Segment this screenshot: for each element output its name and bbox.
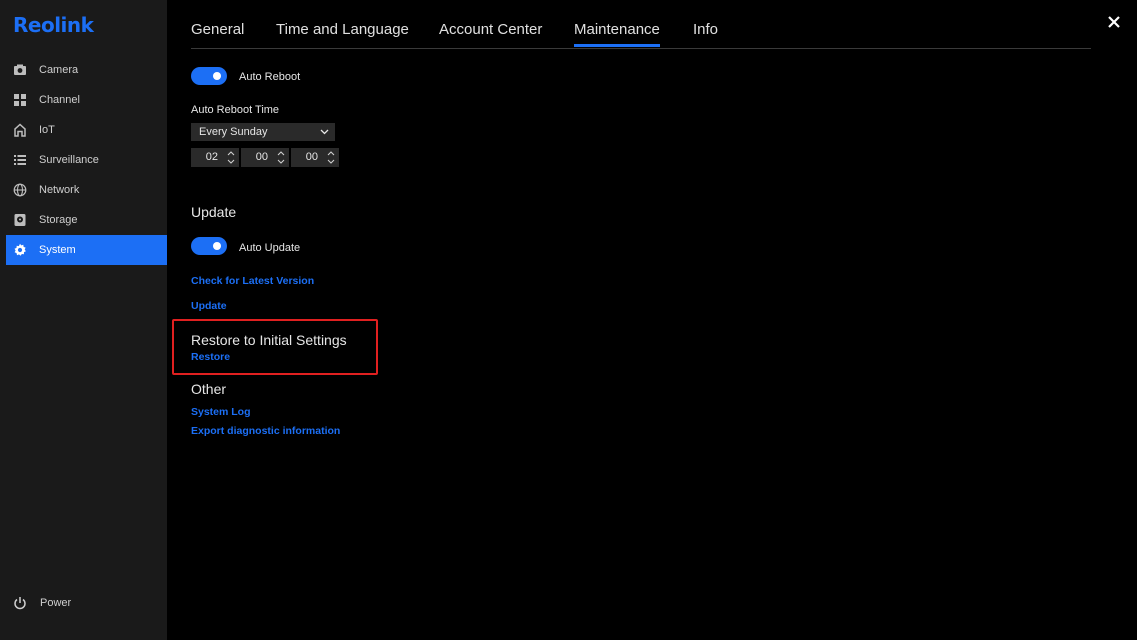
hour-stepper[interactable]: 02 — [191, 148, 239, 167]
power-icon — [13, 596, 27, 610]
tab-time-and-language[interactable]: Time and Language — [276, 21, 409, 47]
tab-general[interactable]: General — [191, 21, 244, 47]
sidebar-item-network[interactable]: Network — [6, 175, 167, 205]
globe-icon — [13, 183, 27, 197]
tab-account-center[interactable]: Account Center — [439, 21, 542, 47]
camera-icon — [13, 63, 27, 77]
sidebar-nav: Camera Channel IoT Surveillance Network — [6, 55, 167, 265]
list-icon — [13, 153, 27, 167]
auto-reboot-label: Auto Reboot — [239, 71, 301, 83]
storage-icon — [13, 213, 27, 227]
other-section-title: Other — [191, 381, 227, 397]
close-icon[interactable] — [1105, 13, 1123, 31]
hour-value: 02 — [205, 151, 218, 163]
minute-stepper[interactable]: 00 — [241, 148, 289, 167]
auto-update-label: Auto Update — [239, 242, 301, 254]
reolink-logo: Reolink — [13, 13, 94, 37]
gear-icon — [13, 243, 27, 257]
power-label: Power — [40, 597, 72, 609]
chevron-down-icon — [320, 129, 329, 135]
minute-value: 00 — [255, 151, 268, 163]
restore-section-title: Restore to Initial Settings — [191, 332, 347, 348]
sidebar-item-storage[interactable]: Storage — [6, 205, 167, 235]
sidebar: Reolink Camera Channel IoT Surveillance — [0, 0, 167, 640]
power-button[interactable]: Power — [13, 596, 71, 610]
sidebar-item-label: Storage — [39, 214, 78, 226]
sidebar-item-label: Surveillance — [39, 154, 99, 166]
sidebar-item-surveillance[interactable]: Surveillance — [6, 145, 167, 175]
auto-reboot-toggle[interactable] — [191, 67, 227, 85]
second-value: 00 — [305, 151, 318, 163]
tab-bar: General Time and Language Account Center… — [191, 0, 1091, 49]
restore-link[interactable]: Restore — [191, 351, 230, 363]
check-latest-version-link[interactable]: Check for Latest Version — [191, 275, 314, 287]
grid-icon — [13, 93, 27, 107]
sidebar-item-label: Camera — [39, 64, 79, 76]
update-section-title: Update — [191, 204, 237, 220]
tab-info[interactable]: Info — [693, 21, 718, 47]
export-diagnostic-link[interactable]: Export diagnostic information — [191, 425, 340, 437]
sidebar-item-label: Network — [39, 184, 80, 196]
sidebar-item-label: System — [39, 244, 76, 256]
stepper-arrows-icon — [277, 151, 285, 164]
sidebar-item-label: IoT — [39, 124, 55, 136]
stepper-arrows-icon — [327, 151, 335, 164]
reboot-schedule-select[interactable]: Every Sunday — [191, 123, 335, 141]
auto-reboot-time-label: Auto Reboot Time — [191, 104, 280, 116]
sidebar-item-iot[interactable]: IoT — [6, 115, 167, 145]
sidebar-item-label: Channel — [39, 94, 80, 106]
update-link[interactable]: Update — [191, 300, 227, 312]
reboot-schedule-value: Every Sunday — [199, 126, 268, 138]
stepper-arrows-icon — [227, 151, 235, 164]
home-icon — [13, 123, 27, 137]
auto-update-toggle[interactable] — [191, 237, 227, 255]
tab-maintenance[interactable]: Maintenance — [574, 21, 660, 47]
system-log-link[interactable]: System Log — [191, 406, 251, 418]
sidebar-item-system[interactable]: System — [6, 235, 167, 265]
sidebar-item-channel[interactable]: Channel — [6, 85, 167, 115]
second-stepper[interactable]: 00 — [291, 148, 339, 167]
sidebar-item-camera[interactable]: Camera — [6, 55, 167, 85]
